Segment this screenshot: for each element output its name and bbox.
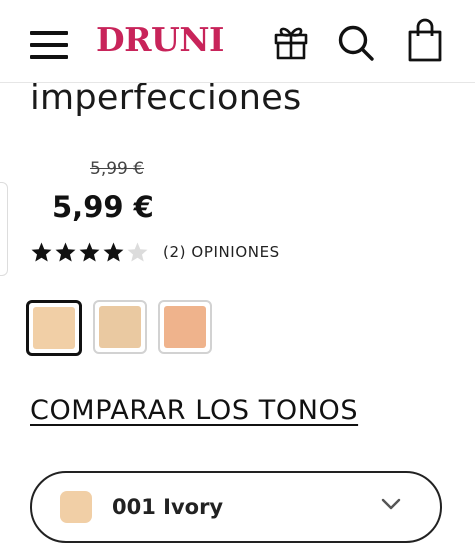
shade-swatch-color [99,306,141,348]
shade-swatch-3[interactable] [158,300,212,354]
reviews-link[interactable]: (2) OPINIONES [163,243,280,261]
logo[interactable]: DRUNI [96,20,224,59]
menu-icon[interactable] [30,29,70,61]
star-empty-icon [127,242,148,262]
shade-swatches [26,300,223,356]
shade-swatch-2[interactable] [93,300,147,354]
chevron-down-icon [381,498,401,510]
shade-select-value: 001 Ivory [112,495,224,519]
rating: (2) OPINIONES [30,240,280,264]
star-filled-icon [103,242,124,262]
shade-select[interactable]: 001 Ivory [30,471,442,543]
shade-swatch-color [164,306,206,348]
star-filled-icon [79,242,100,262]
compare-shades-link[interactable]: COMPARAR LOS TONOS [30,395,358,426]
side-tab[interactable] [0,182,8,276]
shade-swatch-1[interactable] [26,300,82,356]
search-icon[interactable] [337,24,375,62]
current-price: 5,99 € [52,190,154,224]
old-price: 5,99 € [90,159,145,179]
star-filled-icon [31,242,52,262]
star-filled-icon [55,242,76,262]
product-title: imperfecciones [30,78,302,118]
rating-stars [30,241,150,263]
gift-icon[interactable] [273,24,309,60]
site-header: DRUNI [0,0,475,83]
shade-swatch-chip [60,491,92,523]
bag-icon[interactable] [408,18,442,62]
shade-swatch-color [33,307,75,349]
